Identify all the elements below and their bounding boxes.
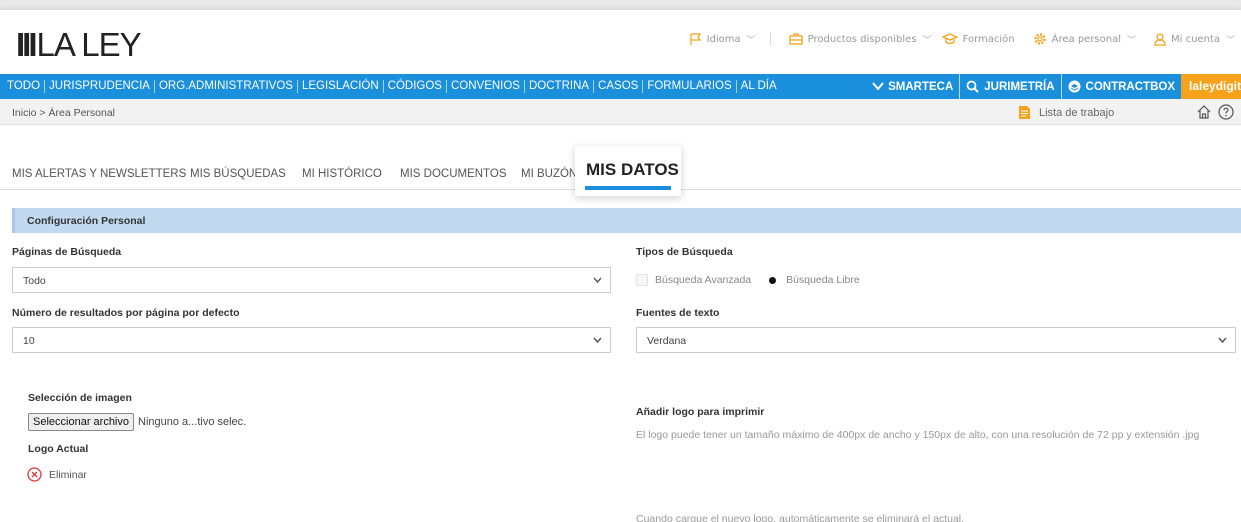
radio-avanzada-label: Búsqueda Avanzada: [655, 274, 752, 286]
paginas-select[interactable]: Todo: [12, 267, 611, 293]
close-circle-icon: [27, 467, 42, 482]
document-icon: [1019, 106, 1030, 119]
jurimetria-link[interactable]: JURIMETRÍA: [960, 74, 1060, 99]
radio-avanzada[interactable]: [636, 274, 648, 286]
fuentes-value: Verdana: [647, 335, 687, 347]
menu-item-legislacion[interactable]: LEGISLACIÓN: [298, 74, 383, 99]
resultados-value: 10: [23, 335, 35, 347]
menu-item-convenios[interactable]: CONVENIOS: [447, 74, 524, 99]
lista-de-trabajo-link[interactable]: Lista de trabajo: [1018, 105, 1114, 120]
radio-libre[interactable]: [769, 276, 777, 284]
radio-libre-label: Búsqueda Libre: [786, 274, 860, 286]
section-title: Configuración Personal: [27, 215, 146, 227]
contractbox-icon: [1068, 80, 1081, 93]
formacion-link[interactable]: Formación: [941, 33, 1015, 45]
tipos-label: Tipos de Búsqueda: [636, 246, 733, 258]
graduation-cap-icon: [941, 33, 958, 45]
area-personal-label: Área personal: [1051, 33, 1121, 45]
tab-mis-datos-label: MIS DATOS: [586, 160, 679, 179]
tipos-radio-group: Búsqueda Avanzada Búsqueda Libre: [636, 274, 860, 286]
mi-cuenta-label: Mi cuenta: [1171, 33, 1220, 45]
imagen-label: Selección de imagen: [28, 392, 132, 404]
breadcrumb[interactable]: Inicio > Área Personal: [12, 107, 115, 119]
logo-bars: III: [16, 26, 37, 63]
mi-cuenta-menu[interactable]: Mi cuenta ﹀: [1154, 32, 1235, 46]
chevron-down-icon: ﹀: [746, 35, 756, 46]
main-menu: TODO JURISPRUDENCIA ORG.ADMINISTRATIVOS …: [0, 74, 1241, 99]
file-name: Ninguno a...tivo selec.: [138, 416, 247, 428]
menu-item-casos[interactable]: CASOS: [594, 74, 642, 99]
menu-item-jurisprudencia[interactable]: JURISPRUDENCIA: [45, 74, 154, 99]
chevron-down-icon: [872, 82, 884, 91]
area-personal-menu[interactable]: Área personal ﹀: [1033, 32, 1136, 46]
idioma-label: Idioma: [706, 33, 741, 45]
menu-item-formularios[interactable]: FORMULARIOS: [643, 74, 735, 99]
logo-actual-label: Logo Actual: [28, 443, 89, 455]
contractbox-label: CONTRACTBOX: [1085, 80, 1175, 93]
idioma-menu[interactable]: Idioma ﹀: [689, 32, 756, 46]
fuentes-label: Fuentes de texto: [636, 307, 720, 319]
active-tab-indicator: [585, 186, 671, 190]
tabs: MIS ALERTAS Y NEWSLETTERS MIS BÚSQUEDAS …: [0, 125, 1241, 196]
home-icon[interactable]: [1196, 104, 1212, 120]
smarteca-label: SMARTECA: [888, 80, 954, 93]
chevron-down-icon: [593, 337, 602, 344]
menu-item-todo[interactable]: TODO: [0, 74, 44, 99]
menu-item-codigos[interactable]: CÓDIGOS: [384, 74, 446, 99]
flag-icon: [689, 32, 701, 45]
menu-item-al-dia[interactable]: AL DÍA: [737, 74, 781, 99]
menu-item-doctrina[interactable]: DOCTRINA: [525, 74, 593, 99]
menu-item-org-administrativos[interactable]: ORG.ADMINISTRATIVOS: [155, 74, 297, 99]
smarteca-link[interactable]: SMARTECA: [866, 74, 959, 99]
fuentes-select[interactable]: Verdana: [636, 327, 1236, 353]
logo-text: LA LEY: [36, 26, 142, 63]
tab-mis-busquedas[interactable]: MIS BÚSQUEDAS: [190, 168, 286, 180]
eliminar-label: Eliminar: [49, 468, 87, 481]
chevron-down-icon: ﹀: [922, 35, 932, 46]
resultados-label: Número de resultados por página por defe…: [12, 307, 240, 319]
search-icon: [966, 80, 979, 93]
tab-mis-datos[interactable]: MIS DATOS: [575, 146, 681, 196]
jurimetria-label: JURIMETRÍA: [984, 80, 1055, 93]
productos-menu[interactable]: Productos disponibles ﹀: [789, 33, 932, 46]
gear-icon: [1033, 33, 1046, 45]
productos-label: Productos disponibles: [807, 33, 917, 45]
resultados-select[interactable]: 10: [12, 327, 611, 353]
help-icon[interactable]: [1218, 104, 1234, 120]
breadcrumb-bar: Inicio > Área Personal Lista de trabajo: [0, 99, 1241, 125]
page: III LA LEY Idioma ﹀ Productos disponible…: [0, 10, 1241, 522]
tab-mis-documentos[interactable]: MIS DOCUMENTOS: [400, 168, 507, 180]
briefcase-icon: [789, 33, 803, 45]
chevron-down-icon: ﹀: [1225, 35, 1235, 46]
menu-right: SMARTECA JURIMETRÍA CONTRACTBOX laleydig…: [866, 74, 1241, 99]
eliminar-button[interactable]: Eliminar: [27, 467, 87, 482]
chevron-down-icon: [1218, 337, 1227, 344]
paginas-value: Todo: [23, 275, 46, 287]
contractbox-link[interactable]: CONTRACTBOX: [1062, 74, 1181, 99]
tab-mi-historico[interactable]: MI HISTÓRICO: [302, 168, 382, 180]
header: III LA LEY Idioma ﹀ Productos disponible…: [0, 10, 1241, 74]
logo-print-label: Añadir logo para imprimir: [636, 406, 765, 418]
paginas-label: Páginas de Búsqueda: [12, 246, 122, 258]
top-nav: Idioma ﹀ Productos disponibles ﹀ Formaci…: [672, 32, 1241, 46]
user-icon: [1154, 32, 1166, 46]
chevron-down-icon: [593, 277, 602, 284]
formacion-label: Formación: [962, 33, 1015, 45]
chevron-down-icon: ﹀: [1127, 35, 1137, 46]
logo-print-description: El logo puede tener un tamaño máximo de …: [636, 429, 1200, 441]
tab-mi-buzon[interactable]: MI BUZÓN: [521, 168, 577, 180]
laleydigital-link[interactable]: laleydigital: [1181, 74, 1241, 99]
section-header: Configuración Personal: [12, 208, 1241, 233]
divider: [769, 32, 771, 46]
la-ley-logo[interactable]: III LA LEY: [16, 26, 142, 64]
logo-print-note: Cuando cargue el nuevo logo, automáticam…: [636, 513, 965, 522]
tab-mis-alertas[interactable]: MIS ALERTAS Y NEWSLETTERS: [12, 168, 186, 180]
lista-de-trabajo-label: Lista de trabajo: [1039, 106, 1115, 119]
select-file-button[interactable]: Seleccionar archivo: [28, 413, 134, 431]
